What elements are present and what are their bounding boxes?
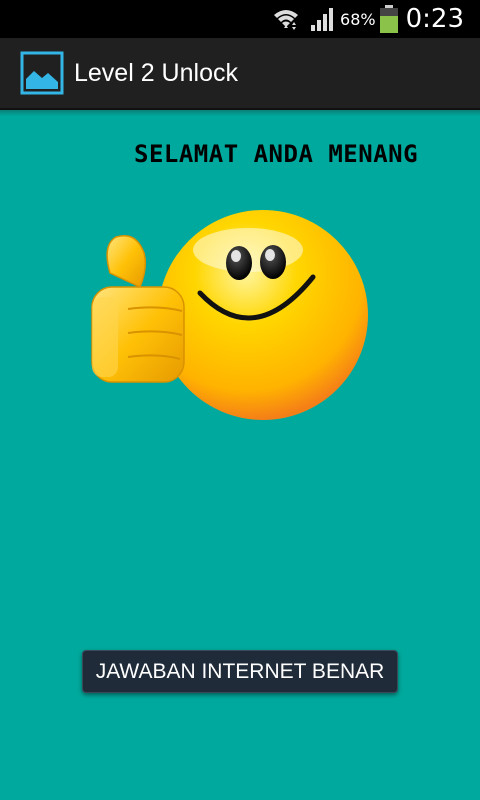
thumb	[106, 235, 147, 289]
internet-answer-button[interactable]: JAWABAN INTERNET BENAR	[82, 650, 398, 693]
signal-icon	[311, 8, 334, 31]
smiley-left-eye	[226, 246, 252, 280]
clock: 0:23	[405, 4, 464, 34]
action-bar: Level 2 Unlock	[0, 38, 480, 110]
win-message: SELAMAT ANDA MENANG	[134, 140, 419, 168]
app-image-icon[interactable]	[20, 51, 64, 95]
thumbs-up-smiley-image	[91, 210, 368, 420]
smiley-right-eye	[260, 245, 286, 279]
battery-icon	[379, 5, 398, 33]
status-bar: 68% 0:23	[0, 0, 480, 38]
app-title: Level 2 Unlock	[74, 58, 238, 87]
action-bar-shadow	[0, 110, 480, 116]
battery-percent: 68%	[340, 9, 376, 29]
wifi-icon	[274, 10, 299, 30]
